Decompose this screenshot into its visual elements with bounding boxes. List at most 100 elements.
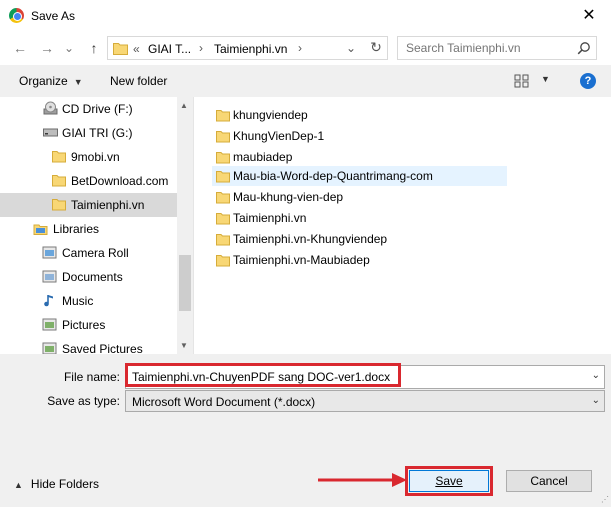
sidebar-item-taimienphi[interactable]: Taimienphi.vn	[0, 193, 177, 217]
save-type-label: Save as type:	[47, 394, 120, 408]
sidebar-item-pictures[interactable]: Pictures	[0, 313, 177, 337]
folder-icon	[216, 171, 230, 183]
list-item[interactable]: Mau-bia-Word-dep-Quantrimang-com	[212, 166, 507, 186]
folder-icon	[52, 151, 66, 163]
save-type-value: Microsoft Word Document (*.docx)	[132, 395, 316, 409]
folder-icon	[216, 234, 230, 246]
folder-name: Taimienphi.vn	[233, 211, 307, 225]
help-icon[interactable]: ?	[580, 73, 596, 89]
sidebar-item-label: Saved Pictures	[62, 342, 143, 354]
sidebar-item-label: GIAI TRI (G:)	[62, 126, 133, 140]
scroll-down-icon[interactable]: ▼	[180, 341, 188, 350]
sidebar-item-label: Libraries	[53, 222, 100, 236]
title-bar: Save As ✕	[0, 0, 611, 31]
sidebar-item-label: Camera Roll	[62, 246, 129, 260]
folder-name: Mau-bia-Word-dep-Quantrimang-com	[233, 169, 433, 183]
sidebar-item-label: Documents	[62, 270, 123, 284]
list-item[interactable]: KhungVienDep-1	[212, 126, 507, 146]
music-icon	[44, 295, 53, 307]
organize-label: Organize	[19, 74, 68, 88]
folder-icon	[216, 110, 230, 122]
address-dropdown-icon[interactable]: ⌄	[346, 41, 356, 55]
chevron-right-icon[interactable]: ›	[298, 41, 302, 55]
scrollbar-thumb[interactable]	[179, 255, 191, 311]
folder-name: Taimienphi.vn-Khungviendep	[233, 232, 388, 246]
folder-name: KhungVienDep-1	[233, 129, 325, 143]
library-icon	[42, 270, 57, 283]
chevron-down-icon[interactable]: ⌄	[592, 395, 600, 406]
caret-up-icon: ▲	[14, 480, 23, 490]
sidebar-item-label: Taimienphi.vn	[71, 198, 145, 212]
address-bar[interactable]: « GIAI T... › Taimienphi.vn › ⌄	[107, 36, 388, 60]
chevron-down-icon[interactable]: ⌄	[592, 370, 600, 381]
hide-folders-label: Hide Folders	[30, 477, 99, 491]
view-caret-icon[interactable]: ▼	[541, 74, 550, 84]
sidebar-item-label: BetDownload.com	[71, 174, 169, 188]
sidebar-item-label: 9mobi.vn	[71, 150, 120, 164]
save-type-select[interactable]: Microsoft Word Document (*.docx) ⌄	[125, 390, 605, 412]
cd-drive-icon	[43, 101, 58, 115]
new-folder-button[interactable]: New folder	[110, 74, 167, 88]
file-list: khungviendep KhungVienDep-1 maubiadep Ma…	[194, 97, 611, 354]
scroll-up-icon[interactable]: ▲	[180, 101, 188, 110]
folder-name: maubiadep	[233, 150, 293, 164]
folder-icon	[216, 213, 230, 225]
sidebar-scrollbar[interactable]: ▲ ▼	[177, 97, 193, 354]
sidebar-item-music[interactable]: Music	[0, 289, 177, 313]
libraries-icon	[33, 224, 48, 235]
list-item[interactable]: Taimienphi.vn	[212, 208, 507, 228]
folder-name: khungviendep	[233, 108, 308, 122]
library-icon	[42, 318, 57, 331]
folder-icon	[216, 131, 230, 143]
sidebar-item-label: CD Drive (F:)	[62, 102, 133, 116]
folder-name: Taimienphi.vn-Maubiadep	[233, 253, 370, 267]
sidebar-item-saved-pictures[interactable]: Saved Pictures	[0, 337, 177, 354]
address-segment-folder[interactable]: Taimienphi.vn	[214, 42, 287, 56]
organize-menu[interactable]: Organize ▼	[19, 74, 83, 88]
search-box[interactable]	[397, 36, 597, 60]
list-item[interactable]: khungviendep	[212, 105, 507, 125]
forward-arrow-icon[interactable]: →	[37, 38, 57, 58]
cancel-button[interactable]: Cancel	[506, 470, 592, 492]
caret-down-icon: ▼	[73, 77, 83, 87]
list-item[interactable]: Taimienphi.vn-Maubiadep	[212, 250, 507, 270]
sidebar-item-betdownload[interactable]: BetDownload.com	[0, 169, 177, 193]
library-icon	[42, 342, 57, 354]
resize-grip-icon[interactable]: ⋰	[601, 495, 609, 504]
sidebar-item-label: Music	[62, 294, 94, 308]
list-item[interactable]: Taimienphi.vn-Khungviendep	[212, 229, 507, 249]
back-arrow-icon[interactable]: ←	[10, 38, 30, 58]
up-arrow-icon[interactable]: ↑	[84, 38, 104, 58]
sidebar-item-giai-tri[interactable]: GIAI TRI (G:)	[0, 121, 177, 145]
command-toolbar: Organize ▼ New folder ▼ ?	[0, 65, 611, 97]
hide-folders-button[interactable]: ▲ Hide Folders	[14, 477, 99, 491]
highlight-box	[405, 466, 493, 496]
folder-icon	[216, 192, 230, 204]
refresh-icon[interactable]: ↻	[365, 36, 387, 58]
folder-icon	[52, 199, 66, 211]
navigation-bar: ← → ⌄ ↑ « GIAI T... › Taimienphi.vn › ⌄ …	[0, 31, 611, 65]
chevron-right-icon[interactable]: ›	[199, 41, 203, 55]
sidebar-item-cd-drive[interactable]: CD Drive (F:)	[0, 97, 177, 121]
folder-name: Mau-khung-vien-dep	[233, 190, 344, 204]
list-item[interactable]: Mau-khung-vien-dep	[212, 187, 507, 207]
sidebar-item-documents[interactable]: Documents	[0, 265, 177, 289]
sidebar-item-9mobi[interactable]: 9mobi.vn	[0, 145, 177, 169]
folder-icon	[113, 43, 128, 55]
sidebar-item-camera-roll[interactable]: Camera Roll	[0, 241, 177, 265]
arrow-right-icon	[318, 473, 407, 487]
close-button[interactable]: ✕	[567, 0, 611, 31]
recent-locations-icon[interactable]: ⌄	[62, 38, 76, 58]
search-input[interactable]	[406, 38, 576, 58]
sidebar-item-libraries[interactable]: Libraries	[0, 217, 177, 241]
address-overflow[interactable]: «	[133, 42, 140, 56]
drive-icon	[43, 128, 58, 137]
folder-icon	[52, 175, 66, 187]
view-options-icon[interactable]	[514, 74, 530, 88]
address-segment-drive[interactable]: GIAI T...	[148, 42, 191, 56]
window-title: Save As	[31, 9, 76, 23]
highlight-box	[125, 363, 401, 387]
list-item[interactable]: maubiadep	[212, 147, 507, 167]
folder-icon	[216, 255, 230, 267]
search-icon	[577, 42, 590, 55]
